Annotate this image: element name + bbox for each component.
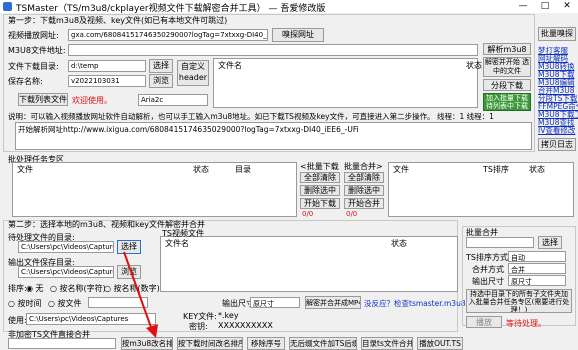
annotation-arrow (123, 251, 158, 338)
